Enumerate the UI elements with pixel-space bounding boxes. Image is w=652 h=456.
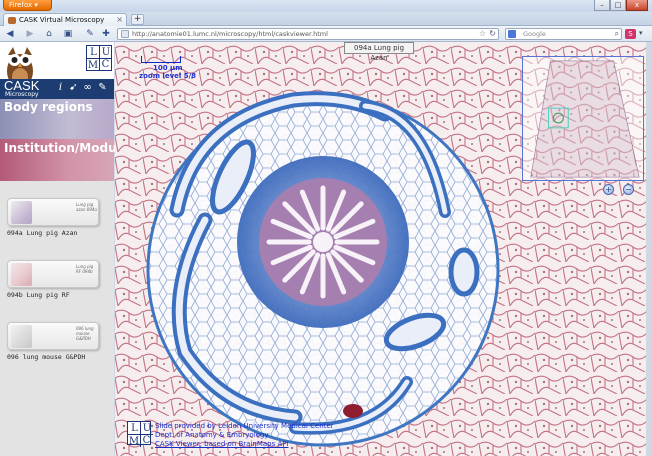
navigation-toolbar: ◀ ▶ ⌂ ▣ ✎ ✚ http://anatomie01.lumc.nl/mi…: [0, 26, 652, 42]
bookmarks-icon[interactable]: ▣: [62, 28, 74, 40]
credit-department[interactable]: Dept. of Anatomy & Embryology: [155, 431, 269, 439]
logo-letter: C: [142, 435, 151, 446]
browser-tab[interactable]: CASK Virtual Microscopy ×: [3, 13, 127, 26]
credit-viewer-text[interactable]: CASK Viewer, based on BrainMaps API: [155, 440, 289, 448]
addon-s-icon[interactable]: S: [625, 29, 636, 39]
slide-caption: 094a Lung pig Azan: [7, 229, 78, 237]
scale-readout: 100 µm zoom level 5/8: [139, 64, 196, 80]
tab-strip: CASK Virtual Microscopy × +: [0, 12, 652, 26]
slide-handwritten-label: Lung pig RF 094b: [76, 264, 94, 274]
favicon-icon: [8, 17, 16, 24]
credit-viewer-link[interactable]: CASK Viewer, based on BrainMaps API: [155, 440, 289, 448]
toolbar-menu-icon[interactable]: ▾: [639, 29, 643, 37]
maximize-button[interactable]: □: [610, 0, 626, 11]
slide-list-item[interactable]: 096 lung mouse G&PDH 096 lung mouse G&PD…: [7, 322, 99, 361]
slide-caption: 094b Lung pig RF: [7, 291, 70, 299]
slide-caption: 096 lung mouse G&PDH: [7, 353, 86, 361]
slide-handwritten-label: Lung pig azan 094a: [76, 202, 97, 212]
url-text: http://anatomie01.lumc.nl/microscopy/htm…: [132, 30, 328, 38]
slide-title: 094a Lung pig Azan: [344, 42, 414, 62]
scale-label: 100 µm: [153, 64, 183, 72]
pointer-icon[interactable]: ➹: [68, 82, 79, 94]
lumc-logo: L U M C: [86, 45, 112, 71]
reload-icon[interactable]: ↻: [489, 29, 496, 39]
sidebar: L U M C CASK Microscopy i ➹ ∞ ✎ Body reg…: [0, 42, 129, 456]
window-controls: – □ x: [594, 0, 648, 11]
link-icon[interactable]: ∞: [82, 82, 93, 94]
firefox-menu-button[interactable]: Firefox ▾: [3, 0, 52, 11]
forward-arrow-icon[interactable]: ▶: [24, 28, 36, 40]
scale-bar: [141, 56, 181, 63]
home-icon[interactable]: ⌂: [43, 28, 55, 40]
specimen-image: [11, 263, 32, 286]
zoom-out-button[interactable]: −: [623, 184, 634, 195]
slide-thumbnail[interactable]: Lung pig RF 094b: [7, 260, 99, 288]
search-box[interactable]: Google ⌕: [505, 28, 622, 40]
institution-module-menu[interactable]: Institution/Module: [0, 139, 129, 181]
slide-list-item[interactable]: Lung pig azan 094a 094a Lung pig Azan: [7, 198, 99, 237]
app-subtitle: Microscopy: [5, 91, 39, 98]
overview-minimap[interactable]: [522, 56, 644, 181]
specimen-image: [11, 201, 32, 224]
slide-list: Lung pig azan 094a 094a Lung pig Azan Lu…: [0, 181, 114, 456]
slide-handwritten-label: 096 lung mouse G&PDH: [76, 326, 94, 341]
minimize-button[interactable]: –: [594, 0, 610, 11]
bookmark-star-icon[interactable]: ☆: [479, 29, 486, 39]
logo-letter: C: [101, 59, 110, 70]
slide-list-item[interactable]: Lung pig RF 094b 094b Lung pig RF: [7, 260, 99, 299]
firefox-menu-label: Firefox: [9, 1, 33, 9]
credits-area: L U M C Slide provided by Leiden Univers…: [115, 419, 646, 456]
credit-provider[interactable]: Slide provided by Leiden University Medi…: [155, 422, 334, 430]
zoom-in-button[interactable]: +: [603, 184, 614, 195]
back-arrow-icon[interactable]: ◀: [4, 28, 16, 40]
slide-thumbnail[interactable]: 096 lung mouse G&PDH: [7, 322, 99, 350]
body-regions-menu[interactable]: Body regions: [0, 99, 114, 139]
zoom-level-label: zoom level 5/8: [139, 72, 197, 80]
tab-title: CASK Virtual Microscopy: [19, 16, 105, 24]
info-icon[interactable]: i: [55, 82, 66, 94]
address-bar[interactable]: http://anatomie01.lumc.nl/microscopy/htm…: [117, 28, 499, 40]
slide-thumbnail[interactable]: Lung pig azan 094a: [7, 198, 99, 226]
search-engine-icon[interactable]: [508, 30, 516, 38]
new-tab-button[interactable]: +: [131, 14, 144, 25]
site-identity-icon[interactable]: [121, 30, 129, 38]
microscopy-viewer[interactable]: 094a Lung pig Azan 100 µm zoom level 5/8…: [115, 42, 646, 456]
search-icon[interactable]: ⌕: [615, 29, 619, 39]
close-window-button[interactable]: x: [626, 0, 648, 11]
window-titlebar: Firefox ▾ – □ x: [0, 0, 652, 12]
addon-icon[interactable]: ✎: [84, 28, 96, 40]
search-placeholder: Google: [523, 30, 546, 38]
cask-header: CASK Microscopy i ➹ ∞ ✎: [0, 79, 114, 99]
lumc-logo-small: L U M C: [127, 421, 153, 447]
tab-close-icon[interactable]: ×: [116, 14, 123, 26]
apps-icon[interactable]: ✚: [100, 28, 112, 40]
wrench-icon[interactable]: ✎: [97, 82, 108, 94]
specimen-image: [11, 325, 32, 348]
